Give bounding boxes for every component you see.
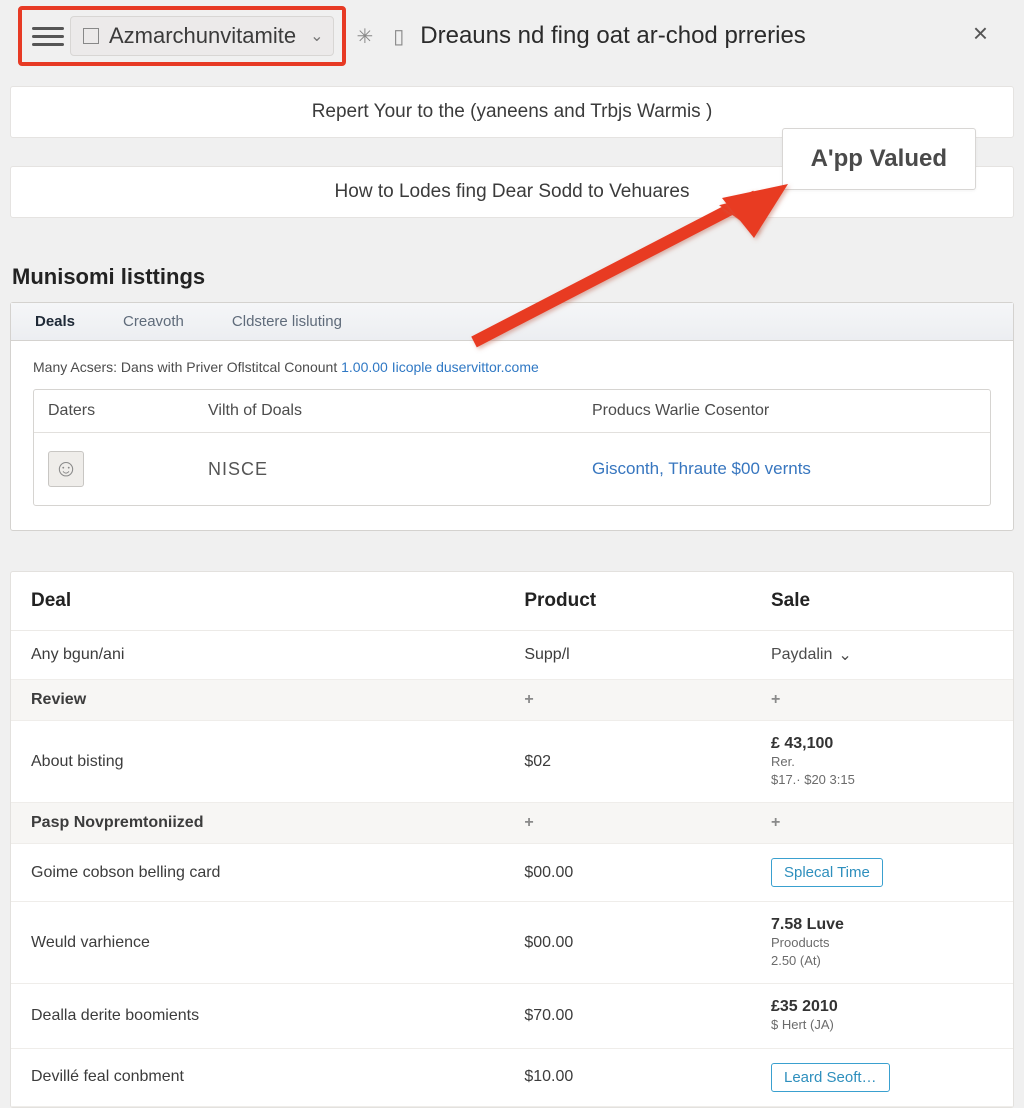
tab-cldstere[interactable]: Cldstere lisluting xyxy=(208,303,366,340)
hdr-product: Product xyxy=(524,590,771,612)
section-title: Munisomi listtings xyxy=(12,264,1024,290)
menu-icon[interactable] xyxy=(32,20,64,52)
filter-product[interactable]: Supp/l xyxy=(524,646,771,664)
filter-deal[interactable]: Any bgun/ani xyxy=(31,646,524,664)
cell-sale: Splecal Time xyxy=(771,858,993,887)
app-icon xyxy=(81,26,101,46)
sale-pill-button[interactable]: Splecal Time xyxy=(771,858,883,887)
grid-subheader: Review++ xyxy=(11,680,1013,721)
cell-deal[interactable]: Dealla derite boomients xyxy=(31,1007,524,1025)
innerbox-row: ☺ NISCE Gisconth, Thraute $00 vernts xyxy=(34,433,990,505)
cell-product: $70.00 xyxy=(524,1007,771,1025)
innerbox-header: Daters Vilth of Doals Producs Warlie Cos… xyxy=(34,390,990,433)
grid-row: Dealla derite boomients$70.00£35 2010$ H… xyxy=(11,984,1013,1049)
filter-note-text: Many Acsers: Dans with Priver Oflstitcal… xyxy=(33,359,341,375)
cell-deal[interactable]: About bisting xyxy=(31,753,524,771)
cell-product: + xyxy=(524,814,771,832)
close-icon[interactable]: × xyxy=(973,18,988,49)
cell-sale: Leard Seoft… xyxy=(771,1063,993,1092)
cell-product: $00.00 xyxy=(524,934,771,952)
cell-product: + xyxy=(524,691,771,709)
banner-report-text: Repert Your to the (yaneens and Trbjs Wa… xyxy=(312,101,713,122)
tab-creavoth[interactable]: Creavoth xyxy=(99,303,208,340)
panel-body: Many Acsers: Dans with Priver Oflstitcal… xyxy=(11,341,1013,530)
gear-icon[interactable]: ✳ xyxy=(356,24,373,49)
sale-line: $17.· $20 3:15 xyxy=(771,771,993,789)
sale-pill-button[interactable]: Leard Seoft… xyxy=(771,1063,890,1092)
cell-deal[interactable]: Devillé feal conbment xyxy=(31,1068,524,1086)
sale-line: £35 2010 xyxy=(771,998,993,1016)
grid-subheader: Pasp Novpremtoniized++ xyxy=(11,803,1013,844)
col-vilth: Vilth of Doals xyxy=(208,402,592,420)
page-headline: Dreauns nd fing oat ar-chod prreries xyxy=(420,22,806,50)
cell-product: $00.00 xyxy=(524,864,771,882)
hdr-sale: Sale xyxy=(771,590,993,612)
deals-grid: Deal Product Sale Any bgun/ani Supp/l Pa… xyxy=(10,571,1014,1108)
callout-text: A'pp Valued xyxy=(811,145,947,172)
chevron-down-icon: ⌄ xyxy=(310,26,323,46)
cell-sale: £ 43,100Rer.$17.· $20 3:15 xyxy=(771,735,993,788)
col-daters: Daters xyxy=(48,402,208,420)
grid-row: Weuld varhience$00.007.58 LuveProoducts2… xyxy=(11,902,1013,984)
filter-note-link[interactable]: 1.00.00 Iicople duservittor.come xyxy=(341,359,539,375)
chevron-down-icon: ⌄ xyxy=(838,645,851,665)
app-switcher-dropdown[interactable]: Azmarchunvitamite ⌄ xyxy=(70,16,334,56)
grid-row: About bisting$02£ 43,100Rer.$17.· $20 3:… xyxy=(11,721,1013,803)
sale-line: £ 43,100 xyxy=(771,735,993,753)
banner-howto-text: How to Lodes fing Dear Sodd to Vehuares xyxy=(335,181,690,202)
sale-line: 7.58 Luve xyxy=(771,916,993,934)
grid-filter-row: Any bgun/ani Supp/l Paydalin ⌄ xyxy=(11,631,1013,680)
grid-header: Deal Product Sale xyxy=(11,572,1013,631)
cell-deal[interactable]: Goime cobson belling card xyxy=(31,864,524,882)
cell-product: $02 xyxy=(524,753,771,771)
filter-note: Many Acsers: Dans with Priver Oflstitcal… xyxy=(33,359,991,375)
row-link[interactable]: Gisconth, Thraute $00 vernts xyxy=(592,459,811,478)
row-name: NISCE xyxy=(208,459,592,480)
filter-sale-label: Paydalin xyxy=(771,646,832,664)
sale-line: 2.50 (At) xyxy=(771,952,993,970)
hdr-deal: Deal xyxy=(31,590,524,612)
cell-deal: Pasp Novpremtoniized xyxy=(31,814,524,832)
grid-row: Devillé feal conbment$10.00Leard Seoft… xyxy=(11,1049,1013,1107)
cell-product: $10.00 xyxy=(524,1068,771,1086)
cell-sale: + xyxy=(771,691,993,709)
sale-line: $ Hert (JA) xyxy=(771,1016,993,1034)
grid-row: Goime cobson belling card$00.00Splecal T… xyxy=(11,844,1013,902)
flag-icon[interactable]: ▯ xyxy=(393,24,404,49)
highlighted-region: Azmarchunvitamite ⌄ xyxy=(18,6,346,66)
cell-sale: £35 2010$ Hert (JA) xyxy=(771,998,993,1034)
callout-box: A'pp Valued xyxy=(782,128,976,190)
app-name: Azmarchunvitamite xyxy=(109,23,296,49)
sale-line: Prooducts xyxy=(771,934,993,952)
tabstrip: Deals Creavoth Cldstere lisluting xyxy=(11,303,1013,341)
innerbox: Daters Vilth of Doals Producs Warlie Cos… xyxy=(33,389,991,506)
tab-deals[interactable]: Deals xyxy=(11,303,99,340)
topbar: Azmarchunvitamite ⌄ ✳ ▯ Dreauns nd fing … xyxy=(0,0,1024,72)
filter-sale-sort[interactable]: Paydalin ⌄ xyxy=(771,645,993,665)
cell-deal: Review xyxy=(31,691,524,709)
cell-deal[interactable]: Weuld varhience xyxy=(31,934,524,952)
col-producs: Producs Warlie Cosentor xyxy=(592,402,976,420)
avatar-icon[interactable]: ☺ xyxy=(48,451,84,487)
listings-panel: Deals Creavoth Cldstere lisluting Many A… xyxy=(10,302,1014,531)
cell-sale: + xyxy=(771,814,993,832)
sale-line: Rer. xyxy=(771,753,993,771)
cell-sale: 7.58 LuveProoducts2.50 (At) xyxy=(771,916,993,969)
